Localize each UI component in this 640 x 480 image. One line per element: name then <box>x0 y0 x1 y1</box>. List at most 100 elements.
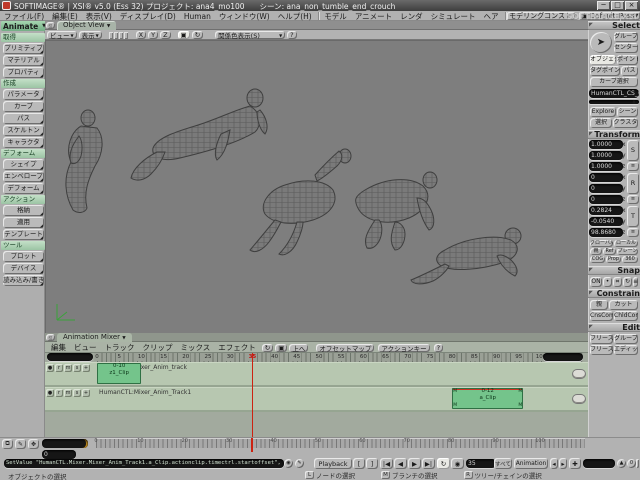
toolbar-mode-dropdown[interactable]: Animate▼ <box>1 21 48 31</box>
close-button[interactable]: × <box>625 1 638 10</box>
mixer-menu-3[interactable]: クリップ <box>139 342 177 353</box>
mixer-resize-icon[interactable]: ◱ <box>46 334 55 341</box>
prev-frame-button[interactable]: ◀ <box>394 458 407 469</box>
step-fwd-icon[interactable]: ▸ <box>559 458 567 469</box>
transform-s-mode-button[interactable]: S <box>627 140 639 161</box>
minimize-button[interactable]: ─ <box>597 1 610 10</box>
action-clip[interactable]: 0-12a_ClipMMMM <box>452 388 523 409</box>
module-menu-1[interactable]: アニメート <box>351 11 396 22</box>
play-button[interactable]: ▶ <box>408 458 421 469</box>
construction-mode-dropdown[interactable]: モデリングコンストラクションモード▼ <box>507 12 575 20</box>
sidebar-item[interactable]: 格納◢ <box>3 205 44 216</box>
sidebar-item[interactable]: デバイス◢ <box>3 263 44 274</box>
transform-s-y-field[interactable]: 1.0000 <box>589 151 623 160</box>
track-enable-icon[interactable]: ● <box>46 364 54 372</box>
selection-button[interactable]: 選択 <box>590 118 612 128</box>
maximize-button[interactable]: □ <box>611 1 624 10</box>
memo-cam-3[interactable] <box>119 32 123 39</box>
track-ripple-icon[interactable]: r <box>55 364 63 372</box>
explore-button[interactable]: Explore <box>590 107 616 117</box>
mixer-up-button[interactable]: 上へ <box>289 344 308 352</box>
axis-x-button[interactable]: X <box>136 31 146 39</box>
point-filter-button[interactable]: ポイント <box>617 55 638 65</box>
playback-options-button[interactable]: Playback <box>314 458 352 469</box>
triangle-up-icon[interactable]: ▲ <box>632 99 636 105</box>
step-back-icon[interactable]: ◂ <box>550 458 558 469</box>
path-filter-button[interactable]: パス <box>621 66 638 76</box>
animation-menu-button[interactable]: Animation <box>514 458 548 469</box>
track-add-icon[interactable]: + <box>82 364 90 372</box>
rot360-button[interactable]: 360 <box>622 256 638 263</box>
sidebar-item[interactable]: エンベロープ◢ <box>3 171 44 182</box>
transform-s-x-field[interactable]: 1.0000 <box>589 140 623 149</box>
track-add-icon[interactable]: + <box>82 389 90 397</box>
mixer-lock-icon[interactable]: ▣ <box>275 344 287 352</box>
local-mode-button[interactable]: ローカル <box>614 240 638 247</box>
sidebar-item[interactable]: プロット◢ <box>3 251 44 262</box>
viewport-canvas[interactable] <box>45 40 588 333</box>
sidebar-item[interactable]: テンプレート◢ <box>3 229 44 240</box>
sidebar-item[interactable]: パス◢ <box>3 113 44 124</box>
chldcomp-button[interactable]: ChldComp <box>614 311 638 321</box>
menu-item-3[interactable]: ディスプレイ(D) <box>116 11 180 22</box>
menu-item-4[interactable]: Human <box>180 12 215 21</box>
menu-item-2[interactable]: 表示(V) <box>82 11 116 22</box>
cog-button[interactable]: COG <box>590 256 605 263</box>
command-exec-icon[interactable]: ◉ <box>284 459 293 468</box>
axis-z-button[interactable]: Z <box>160 31 170 39</box>
scene-button[interactable]: シーン <box>617 107 638 117</box>
main-timeline-ruler[interactable]: 0102030405060708090100 <box>96 438 585 448</box>
global-mode-button[interactable]: グローバル <box>590 240 613 247</box>
mixer-frame-field[interactable] <box>47 353 93 361</box>
timeline-playhead[interactable] <box>251 438 253 452</box>
snap-options-icon[interactable]: ≡ <box>633 277 638 287</box>
refresh-icon[interactable]: ↻ <box>192 31 203 39</box>
edit-group-button[interactable]: グループ <box>614 334 638 344</box>
tag-point-filter-button[interactable]: タグポイント <box>590 66 620 76</box>
cnscomp-button[interactable]: CnsComp <box>590 311 613 321</box>
show-menu-button[interactable]: 表示▼ <box>79 31 102 39</box>
sidebar-item[interactable]: デフォーム◢ <box>3 183 44 194</box>
transform-t-z-field[interactable]: 98.8680 <box>589 228 623 237</box>
menu-item-1[interactable]: 編集(E) <box>48 11 82 22</box>
track-solo-icon[interactable]: s <box>73 364 81 372</box>
prop-button[interactable]: Prop <box>606 256 621 263</box>
mixer-menu-5[interactable]: エフェクト <box>214 342 260 353</box>
sidebar-item[interactable]: スケルトン◢ <box>3 125 44 136</box>
memo-cam-2[interactable] <box>114 32 118 39</box>
constrain-parent-button[interactable]: 親 <box>590 300 608 310</box>
transform-r-z-field[interactable]: 0 <box>589 195 623 204</box>
mixer-track[interactable]: ●rms+HumanCTL:Mixer_Anim_Track10-12a_Cli… <box>45 387 588 412</box>
annotate-pen-icon[interactable]: ✎ <box>15 439 26 449</box>
transform-options-icon[interactable]: ≡ <box>627 162 639 171</box>
sidebar-item[interactable]: プリミティブ◢ <box>3 43 44 54</box>
selection-name-field[interactable]: HumanCTL_CS_waist <box>589 89 639 98</box>
transform-t-y-field[interactable]: -0.0540 <box>589 217 623 226</box>
mixer-menu-4[interactable]: ミックス <box>177 342 215 353</box>
transform-r-x-field[interactable]: 0 <box>589 173 623 182</box>
menu-item-0[interactable]: ファイル(F) <box>0 11 48 22</box>
group-button[interactable]: グループ <box>614 32 638 42</box>
menu-item-5[interactable]: ウィンドウ(W) <box>215 11 274 22</box>
display-color-dropdown[interactable]: 関係色表示(S)▼ <box>215 31 285 39</box>
module-menu-3[interactable]: シミュレート <box>427 11 480 22</box>
sidebar-item[interactable]: マテリアル◢ <box>3 55 44 66</box>
range-out-button[interactable]: ] <box>366 458 378 469</box>
sidebar-item[interactable]: キャラクタ◢ <box>3 137 44 148</box>
up-triangle-button[interactable]: ▲ <box>617 459 626 468</box>
snap-grid-icon[interactable]: ⌗ <box>613 277 622 287</box>
snap-point-icon[interactable]: • <box>603 277 612 287</box>
mixer-menu-0[interactable]: 編集 <box>47 342 70 353</box>
timeline-start-field[interactable]: 0 <box>42 450 76 459</box>
pick-cursor-icon[interactable]: ✚ <box>569 458 581 469</box>
edge-handle[interactable] <box>636 459 639 468</box>
sidebar-item[interactable]: パラメータ◢ <box>3 89 44 100</box>
track-mute-icon[interactable]: m <box>64 389 72 397</box>
edit-edit-button[interactable]: エディット <box>614 345 638 355</box>
module-menu-0[interactable]: モデル <box>320 11 351 22</box>
sidebar-item[interactable]: カーブ◢ <box>3 101 44 112</box>
transform-options-icon[interactable]: ≡ <box>627 195 639 204</box>
freeze-button[interactable]: フリーズ <box>590 334 613 344</box>
plane-button[interactable]: プレーン <box>617 248 638 255</box>
transform-t-mode-button[interactable]: T <box>627 206 639 227</box>
